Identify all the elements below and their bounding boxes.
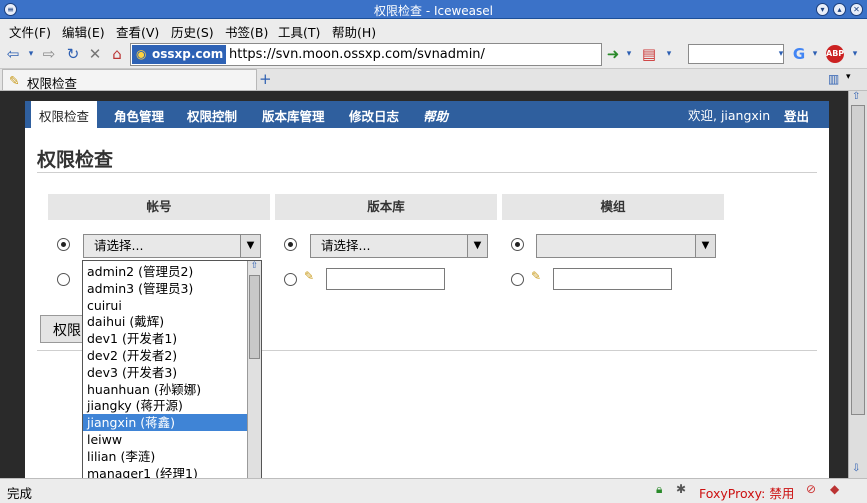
status-bar: 完成 🔒︎ ✱ FoxyProxy: 禁用 ⊘ ◆ (0, 478, 867, 503)
bookmark-sidebar-icon[interactable]: ▥ (828, 72, 839, 86)
tab-permission-check[interactable]: ✎ 权限检查 (2, 69, 257, 91)
app-nav-role-management[interactable]: 角色管理 (114, 106, 164, 125)
dropdown-option[interactable]: cuirui (83, 297, 247, 314)
lock-icon: ◉ (136, 47, 147, 61)
bug-icon[interactable]: ✱ (676, 482, 686, 496)
adblock-dropdown-icon[interactable]: ▾ (846, 45, 864, 63)
dropdown-option[interactable]: dev2 (开发者2) (83, 347, 247, 364)
module-input-radio[interactable] (511, 273, 524, 286)
title-divider (37, 172, 817, 173)
app-nav-change-log[interactable]: 修改日志 (349, 106, 399, 125)
chevron-down-icon: ▼ (467, 235, 487, 257)
account-select-value: 请选择... (94, 238, 144, 253)
scroll-up-icon[interactable]: ⇧ (248, 261, 261, 274)
minimize-icon[interactable]: ▾ (816, 3, 829, 16)
tab-list-icon[interactable]: ▾ (846, 72, 851, 82)
scroll-down-icon[interactable]: ⇩ (852, 463, 860, 474)
dropdown-option[interactable]: leiww (83, 431, 247, 448)
page-title: 权限检查 (37, 149, 114, 171)
repo-text-input[interactable] (326, 268, 445, 290)
dropdown-option[interactable]: lilian (李涟) (83, 448, 247, 465)
navigation-toolbar: ⇦ ▾ ⇨ ↻ ✕ ⌂ ◉ ossxp.com https://svn.moon… (0, 41, 867, 69)
maximize-icon[interactable]: ▴ (833, 3, 846, 16)
site-identity-button[interactable]: ◉ ossxp.com (132, 45, 226, 64)
search-input[interactable] (688, 44, 784, 64)
window-title: 权限检查 - Iceweasel (374, 4, 493, 18)
module-select[interactable]: ▼ (536, 234, 716, 258)
app-nav-repository-management[interactable]: 版本库管理 (262, 106, 325, 125)
pencil-icon: ✎ (304, 269, 315, 283)
menu-file[interactable]: 文件(F) (9, 22, 51, 41)
dropdown-scroll-thumb[interactable] (249, 275, 260, 359)
proxy-disabled-icon[interactable]: ⊘ (806, 482, 816, 496)
menu-bookmarks[interactable]: 书签(B) (225, 22, 268, 41)
account-dropdown-list[interactable]: admin2 (管理员2) admin3 (管理员3) cuirui daihui (… (82, 260, 262, 503)
repo-select-value: 请选择... (321, 238, 371, 253)
new-tab-button[interactable]: + (259, 70, 272, 88)
page-scrollbar[interactable]: ⇧ ⇩ (848, 91, 867, 478)
engine-dropdown-icon[interactable]: ▾ (806, 45, 824, 63)
page-scroll-thumb[interactable] (851, 105, 865, 415)
forward-icon[interactable]: ⇨ (40, 45, 58, 63)
dropdown-option[interactable]: huanhuan (孙颖娜) (83, 381, 247, 398)
menu-history[interactable]: 历史(S) (171, 22, 214, 41)
app-nav-permission-check[interactable]: 权限检查 (31, 101, 98, 128)
search-dropdown-icon[interactable]: ▾ (772, 45, 790, 63)
account-select-radio[interactable] (57, 238, 70, 251)
dropdown-option[interactable]: daihui (戴辉) (83, 313, 247, 330)
dropdown-option[interactable]: dev3 (开发者3) (83, 364, 247, 381)
repo-select-radio[interactable] (284, 238, 297, 251)
pencil-icon: ✎ (531, 269, 542, 283)
column-header-account: 帐号 (48, 194, 270, 220)
app-nav-help[interactable]: 帮助 (423, 106, 448, 125)
module-text-input[interactable] (553, 268, 672, 290)
adblock-icon[interactable]: ABP (826, 45, 844, 63)
chevron-down-icon: ▼ (240, 235, 260, 257)
close-icon[interactable]: ✕ (850, 3, 863, 16)
home-icon[interactable]: ⌂ (108, 45, 126, 63)
scroll-up-icon[interactable]: ⇧ (852, 91, 860, 102)
menu-tools[interactable]: 工具(T) (278, 22, 320, 41)
dropdown-option[interactable]: admin2 (管理员2) (83, 263, 247, 280)
site-identity-label: ossxp.com (152, 47, 224, 61)
welcome-text: 欢迎, jiangxin (688, 108, 771, 123)
window-titlebar[interactable]: ≡ 权限检查 - Iceweasel ▾ ▴ ✕ (0, 0, 867, 19)
logout-link[interactable]: 登出 (784, 106, 809, 125)
module-select-radio[interactable] (511, 238, 524, 251)
dropdown-option[interactable]: admin3 (管理员3) (83, 280, 247, 297)
column-header-repository: 版本库 (275, 194, 497, 220)
app-navigation: 权限检查 角色管理 权限控制 版本库管理 修改日志 帮助 欢迎, jiangxi… (25, 101, 829, 128)
feed-dropdown-icon[interactable]: ▾ (660, 45, 678, 63)
tab-favicon-icon: ✎ (9, 73, 20, 88)
url-text[interactable]: https://svn.moon.ossxp.com/svnadmin/ (229, 47, 485, 62)
rss-icon[interactable]: ▤ (640, 45, 658, 63)
dropdown-option[interactable]: jiangxin (蒋鑫) (83, 414, 247, 432)
account-select[interactable]: 请选择... ▼ (83, 234, 261, 258)
foxyproxy-status[interactable]: FoxyProxy: 禁用 (699, 483, 794, 502)
dropdown-option[interactable]: jiangky (蒋开源) (83, 397, 247, 414)
chevron-down-icon: ▼ (695, 235, 715, 257)
back-history-icon[interactable]: ▾ (22, 45, 40, 63)
addon-icon[interactable]: ◆ (830, 482, 839, 496)
app-nav-permission-control[interactable]: 权限控制 (187, 106, 237, 125)
status-text: 完成 (7, 486, 33, 501)
url-bar[interactable]: ◉ ossxp.com https://svn.moon.ossxp.com/s… (130, 43, 602, 66)
menu-help[interactable]: 帮助(H) (332, 22, 376, 41)
menu-bar: 文件(F) 编辑(E) 查看(V) 历史(S) 书签(B) 工具(T) 帮助(H… (0, 19, 867, 41)
dropdown-scrollbar[interactable]: ⇧ (247, 261, 261, 502)
repo-input-radio[interactable] (284, 273, 297, 286)
menu-edit[interactable]: 编辑(E) (62, 22, 105, 41)
stop-icon[interactable]: ✕ (86, 45, 104, 63)
account-input-radio[interactable] (57, 273, 70, 286)
dropdown-option[interactable]: dev1 (开发者1) (83, 330, 247, 347)
url-dropdown-icon[interactable]: ▾ (620, 45, 638, 63)
reload-icon[interactable]: ↻ (64, 45, 82, 63)
repo-select[interactable]: 请选择... ▼ (310, 234, 488, 258)
column-header-module: 模组 (502, 194, 724, 220)
back-icon[interactable]: ⇦ (4, 45, 22, 63)
menu-view[interactable]: 查看(V) (116, 22, 159, 41)
tab-bar: ✎ 权限检查 + ▥ ▾ (0, 69, 867, 91)
tab-label: 权限检查 (27, 76, 78, 91)
lock-icon[interactable]: 🔒︎ (656, 482, 662, 497)
